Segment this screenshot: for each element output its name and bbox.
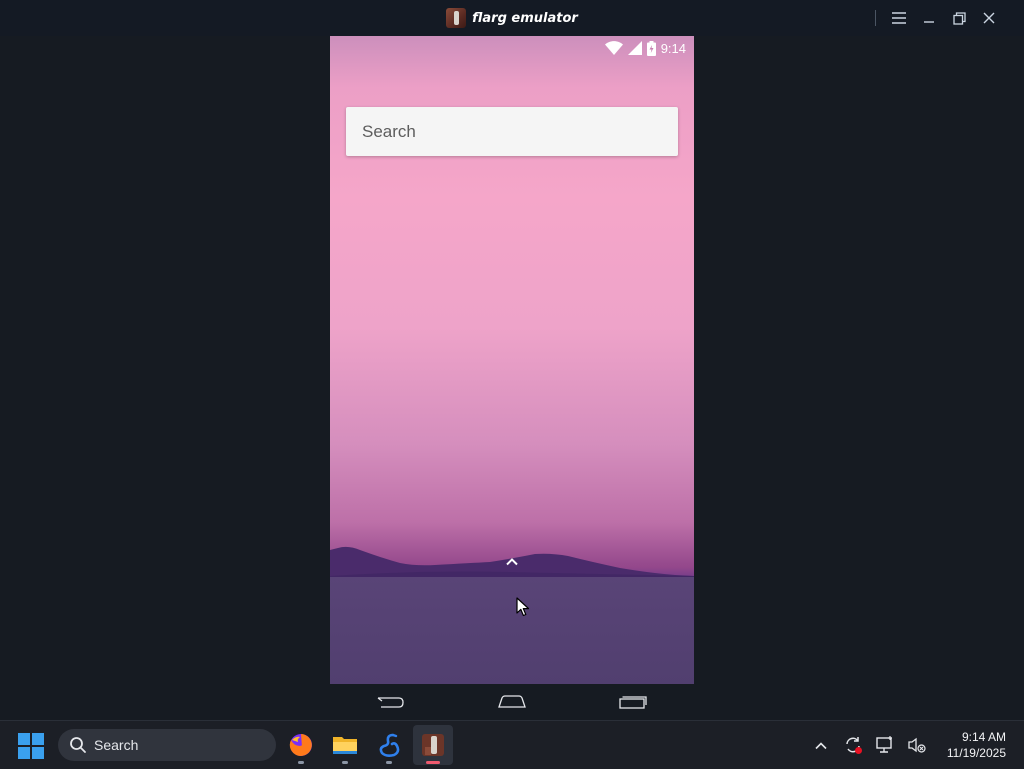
wifi-icon xyxy=(604,41,623,55)
taskbar-app-file-explorer[interactable] xyxy=(325,725,365,765)
search-placeholder: Search xyxy=(362,122,416,141)
system-tray xyxy=(810,721,928,769)
recents-icon xyxy=(619,696,647,709)
chevron-up-icon xyxy=(815,741,827,749)
android-home-screen[interactable]: 9:14 Search xyxy=(330,36,694,684)
restore-button[interactable] xyxy=(944,0,974,36)
clock-date: 11/19/2025 xyxy=(946,746,1006,760)
battery-icon xyxy=(646,40,656,56)
start-tile xyxy=(18,747,30,759)
sync-status[interactable] xyxy=(842,734,864,756)
app-drawer-handle[interactable] xyxy=(502,554,522,568)
flarg-app-icon xyxy=(446,8,467,28)
taskbar-app-flarg-emulator[interactable] xyxy=(413,725,453,765)
clock-time: 9:14 AM xyxy=(961,730,1006,744)
active-indicator xyxy=(426,761,440,764)
windows-taskbar: Search 9:14 AM 11/19/2025 xyxy=(0,720,1024,769)
running-indicator xyxy=(342,761,348,764)
taskbar-app-firefox[interactable] xyxy=(281,725,321,765)
restore-icon xyxy=(952,11,966,25)
recents-button[interactable] xyxy=(613,688,653,716)
speaker-muted-icon xyxy=(908,737,926,753)
menu-button[interactable] xyxy=(884,0,914,36)
display-status[interactable] xyxy=(874,734,896,756)
start-tile xyxy=(32,747,44,759)
menu-icon xyxy=(892,12,906,24)
display-icon xyxy=(876,736,892,753)
sync-icon xyxy=(846,737,862,754)
search-input[interactable]: Search xyxy=(346,107,678,156)
home-button[interactable] xyxy=(492,688,532,716)
start-tile xyxy=(18,733,30,745)
status-time: 9:14 xyxy=(660,40,686,56)
firefox-icon xyxy=(289,734,312,756)
taskbar-search-label: Search xyxy=(94,737,139,753)
home-icon xyxy=(498,695,526,708)
running-indicator xyxy=(298,761,304,764)
swan-app-icon xyxy=(379,733,400,757)
wallpaper-water xyxy=(330,577,694,684)
window-controls xyxy=(875,0,1004,36)
file-explorer-icon xyxy=(333,737,357,754)
cellular-signal-icon xyxy=(627,41,642,55)
android-nav-bar xyxy=(330,684,694,720)
taskbar-search-box[interactable]: Search xyxy=(58,729,276,761)
close-button[interactable] xyxy=(974,0,1004,36)
title-divider xyxy=(875,10,876,26)
mouse-cursor-icon xyxy=(516,597,530,617)
minimize-button[interactable] xyxy=(914,0,944,36)
back-icon xyxy=(377,697,404,708)
volume-control[interactable] xyxy=(906,734,928,756)
windows-start-icon[interactable] xyxy=(18,733,44,759)
window-title: flarg emulator xyxy=(0,0,1024,36)
running-indicator xyxy=(386,761,392,764)
chevron-up-icon xyxy=(506,557,518,565)
flarg-emulator-icon xyxy=(422,734,444,756)
search-icon xyxy=(70,737,86,753)
show-hidden-icons-button[interactable] xyxy=(810,734,832,756)
start-tile xyxy=(32,733,44,745)
back-button[interactable] xyxy=(371,688,411,716)
status-bar: 9:14 xyxy=(330,36,694,60)
window-title-text: flarg emulator xyxy=(472,10,578,26)
taskbar-clock[interactable]: 9:14 AM 11/19/2025 xyxy=(934,729,1006,761)
minimize-icon xyxy=(924,21,934,23)
close-icon xyxy=(983,12,995,24)
taskbar-app-swan[interactable] xyxy=(369,725,409,765)
emulator-title-bar: flarg emulator xyxy=(0,0,1024,36)
